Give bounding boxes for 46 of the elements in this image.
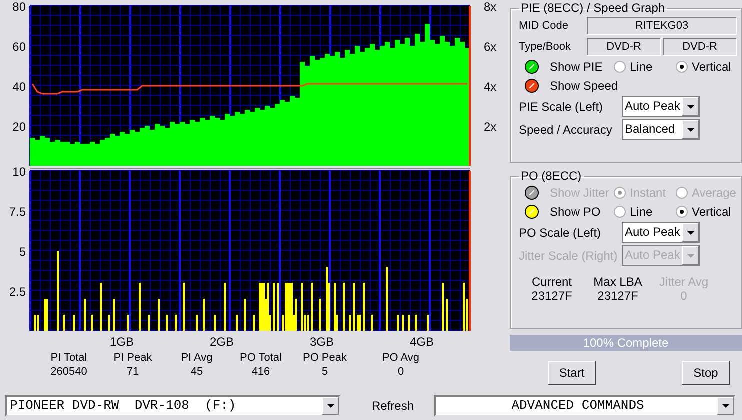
readout-label: Max LBA	[594, 275, 642, 289]
stat-label: PO Avg	[382, 351, 420, 365]
stat-label: PI Total	[50, 351, 88, 365]
stat-value: 416	[252, 365, 270, 379]
axis-label: 3GB	[310, 335, 334, 349]
field-label: MID Code	[519, 20, 570, 32]
stat-label: PO Peak	[302, 351, 348, 365]
readout-value: 23127F	[598, 289, 638, 303]
axis-label: 6x	[484, 40, 497, 54]
select-label: PIE Scale (Left)	[519, 100, 604, 114]
axis-label: 80	[12, 0, 26, 14]
axis-label: 2x	[484, 120, 497, 134]
axis-label: 2GB	[210, 335, 234, 349]
select-label: Jitter Scale (Right)	[519, 248, 619, 262]
axis-label: 2.5	[9, 285, 26, 299]
group-title: PO (8ECC)	[520, 169, 583, 183]
select-label: PO Scale (Left)	[519, 226, 602, 240]
stat-label: PI Peak	[114, 351, 152, 365]
readonly-field: DVD-R	[663, 38, 737, 56]
readout-value: 23127F	[532, 289, 572, 303]
axis-label: 8x	[484, 0, 497, 14]
field-label: Type/Book	[519, 41, 572, 53]
stat-label: PO Total	[240, 351, 282, 365]
readonly-field: RITEKG03	[587, 17, 737, 35]
axis-label: 5	[19, 245, 26, 259]
stat-value: 260540	[50, 365, 88, 379]
axis-label: 10	[12, 165, 26, 179]
axis-label: 1GB	[110, 335, 134, 349]
axis-label: 20	[12, 120, 26, 134]
stat-value: 45	[190, 365, 204, 379]
stat-value: 5	[322, 365, 328, 379]
axis-label: 4x	[484, 80, 497, 94]
stat-value: 71	[126, 365, 140, 379]
axis-label: 4GB	[410, 335, 434, 349]
group-title: PIE (8ECC) / Speed Graph	[520, 1, 666, 15]
readout-value: 0	[680, 289, 688, 303]
axis-label: 40	[12, 80, 26, 94]
axis-label: 60	[12, 40, 26, 54]
stat-label: PI Avg	[181, 351, 213, 365]
progress-label: 100% Complete	[582, 336, 670, 350]
readonly-field: DVD-R	[587, 38, 661, 56]
stat-value: 0	[398, 365, 404, 379]
readout-label: Current	[532, 275, 572, 289]
axis-label: 7.5	[9, 205, 26, 219]
select-label: Speed / Accuracy	[519, 122, 614, 136]
readout-label: Jitter Avg	[659, 275, 709, 289]
